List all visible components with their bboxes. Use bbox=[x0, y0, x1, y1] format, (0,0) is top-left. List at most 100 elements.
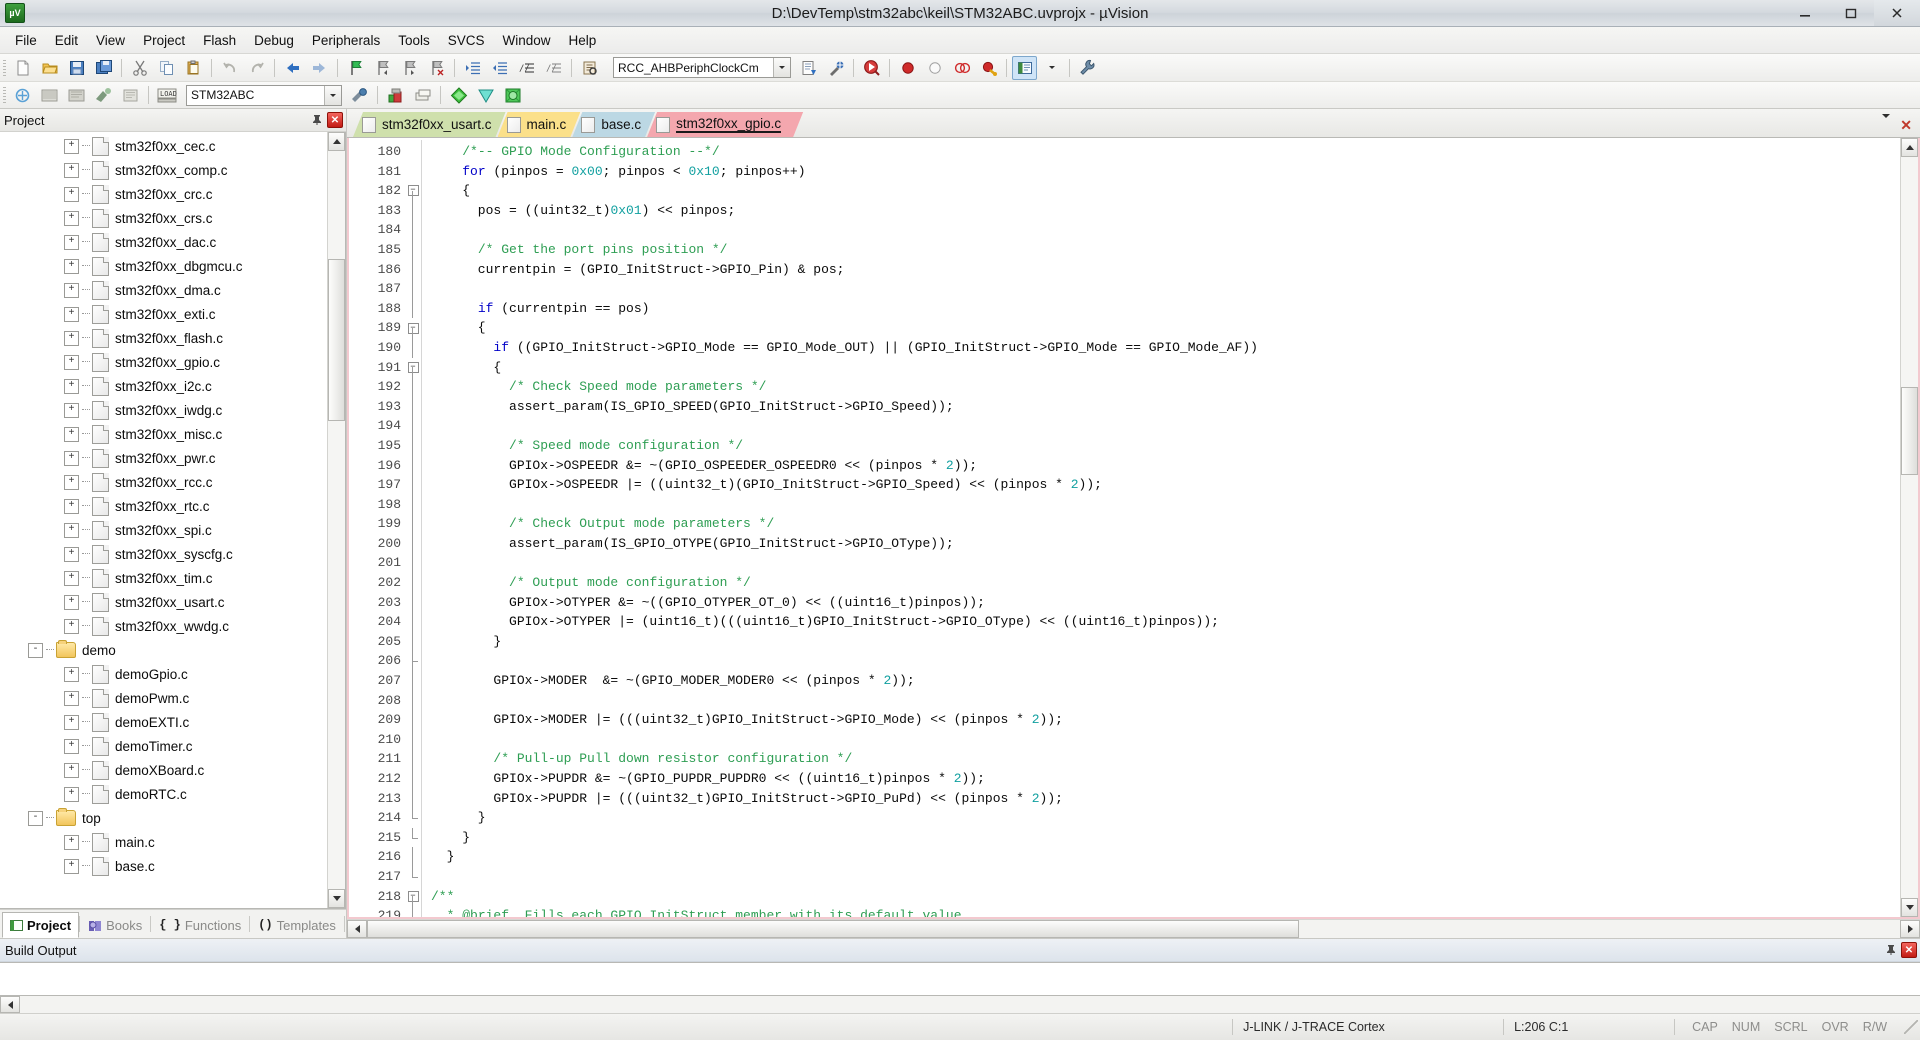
fold-marker[interactable]: − bbox=[405, 181, 421, 201]
start-debug-icon[interactable] bbox=[859, 56, 884, 80]
expand-icon[interactable]: + bbox=[64, 474, 79, 490]
tree-item[interactable]: + stm32f0xx_syscfg.c bbox=[0, 542, 327, 566]
tree-item[interactable]: + stm32f0xx_dbgmcu.c bbox=[0, 254, 327, 278]
tree-item[interactable]: + stm32f0xx_misc.c bbox=[0, 422, 327, 446]
translate-file-icon[interactable] bbox=[10, 83, 35, 107]
manage-run-time-env-icon[interactable] bbox=[473, 83, 498, 107]
tree-item[interactable]: + demoPwm.c bbox=[0, 686, 327, 710]
resize-grip-icon[interactable] bbox=[1904, 1020, 1918, 1034]
manage-project-items-icon[interactable] bbox=[383, 83, 408, 107]
navigate-forward-icon[interactable] bbox=[307, 56, 332, 80]
expand-icon[interactable]: + bbox=[64, 330, 79, 346]
fold-marker[interactable]: − bbox=[405, 358, 421, 378]
new-file-icon[interactable] bbox=[10, 56, 35, 80]
expand-icon[interactable]: + bbox=[64, 138, 79, 154]
tab-project[interactable]: Project bbox=[2, 912, 80, 938]
bookmark-prev-icon[interactable] bbox=[370, 56, 395, 80]
code-viewport[interactable]: 180 181 182 183 184 185 186 187 188 189 190 191 192 1… bbox=[349, 138, 1900, 917]
chevron-down-icon[interactable] bbox=[324, 85, 341, 105]
target-options-icon[interactable] bbox=[347, 83, 372, 107]
tab-books[interactable]: Books bbox=[80, 912, 150, 938]
menu-peripherals[interactable]: Peripherals bbox=[303, 29, 389, 52]
manage-multi-project-icon[interactable] bbox=[410, 83, 435, 107]
scroll-thumb[interactable] bbox=[367, 920, 1299, 938]
comment-lines-icon[interactable]: // bbox=[514, 56, 539, 80]
document-tab-stm32f0xx-gpio-c[interactable]: stm32f0xx_gpio.c bbox=[647, 112, 803, 137]
expand-icon[interactable]: + bbox=[64, 258, 79, 274]
expand-icon[interactable]: + bbox=[64, 186, 79, 202]
code-editor[interactable]: 180 181 182 183 184 185 186 187 188 189 190 191 192 1… bbox=[347, 138, 1920, 919]
document-tab-stm32f0xx-usart-c[interactable]: stm32f0xx_usart.c bbox=[353, 112, 506, 137]
menu-edit[interactable]: Edit bbox=[46, 29, 87, 52]
editor-hscrollbar[interactable] bbox=[347, 919, 1920, 938]
tree-item[interactable]: + demoGpio.c bbox=[0, 662, 327, 686]
collapse-region-icon[interactable]: − bbox=[407, 185, 419, 197]
project-tree-vscrollbar[interactable] bbox=[327, 132, 345, 908]
tree-item[interactable]: + stm32f0xx_usart.c bbox=[0, 590, 327, 614]
build-output-body[interactable] bbox=[0, 962, 1920, 996]
minimize-button[interactable] bbox=[1782, 0, 1828, 26]
bookmark-clear-icon[interactable] bbox=[424, 56, 449, 80]
find-in-files-icon[interactable] bbox=[577, 56, 602, 80]
tree-item[interactable]: + demoXBoard.c bbox=[0, 758, 327, 782]
expand-icon[interactable]: + bbox=[64, 378, 79, 394]
menu-tools[interactable]: Tools bbox=[389, 29, 439, 52]
save-all-icon[interactable] bbox=[91, 56, 116, 80]
rebuild-all-icon[interactable] bbox=[64, 83, 89, 107]
tree-item[interactable]: + stm32f0xx_rcc.c bbox=[0, 470, 327, 494]
menu-flash[interactable]: Flash bbox=[194, 29, 245, 52]
breakpoint-disable-icon[interactable] bbox=[922, 56, 947, 80]
close-icon[interactable]: ✕ bbox=[327, 112, 343, 128]
expand-icon[interactable]: + bbox=[64, 690, 79, 706]
tree-item[interactable]: + stm32f0xx_dma.c bbox=[0, 278, 327, 302]
project-tree[interactable]: + stm32f0xx_cec.c + stm32f0xx_comp.c + stm32f… bbox=[0, 132, 327, 908]
tree-item[interactable]: + stm32f0xx_crc.c bbox=[0, 182, 327, 206]
menu-view[interactable]: View bbox=[87, 29, 134, 52]
scroll-down-button[interactable] bbox=[1901, 898, 1918, 917]
copy-icon[interactable] bbox=[154, 56, 179, 80]
scroll-track[interactable] bbox=[367, 920, 1900, 938]
project-window-icon[interactable] bbox=[1012, 55, 1037, 80]
chevron-down-icon[interactable] bbox=[773, 58, 790, 77]
navigate-back-icon[interactable] bbox=[280, 56, 305, 80]
configuration-wizard-icon[interactable] bbox=[823, 56, 848, 80]
scroll-track[interactable] bbox=[20, 996, 1920, 1013]
toolbar-gripper[interactable] bbox=[2, 57, 7, 78]
collapse-icon[interactable]: - bbox=[28, 642, 43, 658]
pin-icon[interactable] bbox=[1884, 943, 1898, 957]
tab-list-dropdown-icon[interactable] bbox=[1882, 114, 1891, 133]
tree-item[interactable]: + main.c bbox=[0, 830, 327, 854]
expand-icon[interactable]: + bbox=[64, 306, 79, 322]
expand-icon[interactable]: + bbox=[64, 714, 79, 730]
code-folding-column[interactable]: − − − − bbox=[405, 138, 421, 917]
scroll-up-button[interactable] bbox=[1901, 138, 1918, 157]
undo-icon[interactable] bbox=[217, 56, 242, 80]
scroll-track[interactable] bbox=[328, 151, 345, 889]
indent-right-icon[interactable] bbox=[460, 56, 485, 80]
tree-item[interactable]: + stm32f0xx_iwdg.c bbox=[0, 398, 327, 422]
tree-item[interactable]: + demoTimer.c bbox=[0, 734, 327, 758]
indent-left-icon[interactable] bbox=[487, 56, 512, 80]
software-packs-icon[interactable] bbox=[500, 83, 525, 107]
collapse-icon[interactable]: - bbox=[28, 810, 43, 826]
bookmark-next-icon[interactable] bbox=[397, 56, 422, 80]
stop-build-icon[interactable] bbox=[118, 83, 143, 107]
scroll-right-button[interactable] bbox=[1900, 920, 1920, 938]
tree-item[interactable]: + stm32f0xx_exti.c bbox=[0, 302, 327, 326]
redo-icon[interactable] bbox=[244, 56, 269, 80]
tree-item[interactable]: + base.c bbox=[0, 854, 327, 878]
tree-item[interactable]: + stm32f0xx_wwdg.c bbox=[0, 614, 327, 638]
breakpoints-kill-all-icon[interactable] bbox=[949, 56, 974, 80]
tree-item[interactable]: - demo bbox=[0, 638, 327, 662]
breakpoint-icon[interactable] bbox=[895, 56, 920, 80]
expand-icon[interactable]: + bbox=[64, 162, 79, 178]
scroll-left-button[interactable] bbox=[0, 996, 20, 1013]
expand-icon[interactable]: + bbox=[64, 522, 79, 538]
menu-svcs[interactable]: SVCS bbox=[439, 29, 494, 52]
pack-installer-icon[interactable] bbox=[446, 83, 471, 107]
paste-icon[interactable] bbox=[181, 56, 206, 80]
close-button[interactable] bbox=[1874, 0, 1920, 26]
expand-icon[interactable]: + bbox=[64, 738, 79, 754]
insert-template-icon[interactable] bbox=[796, 56, 821, 80]
collapse-region-icon[interactable]: − bbox=[407, 890, 419, 902]
